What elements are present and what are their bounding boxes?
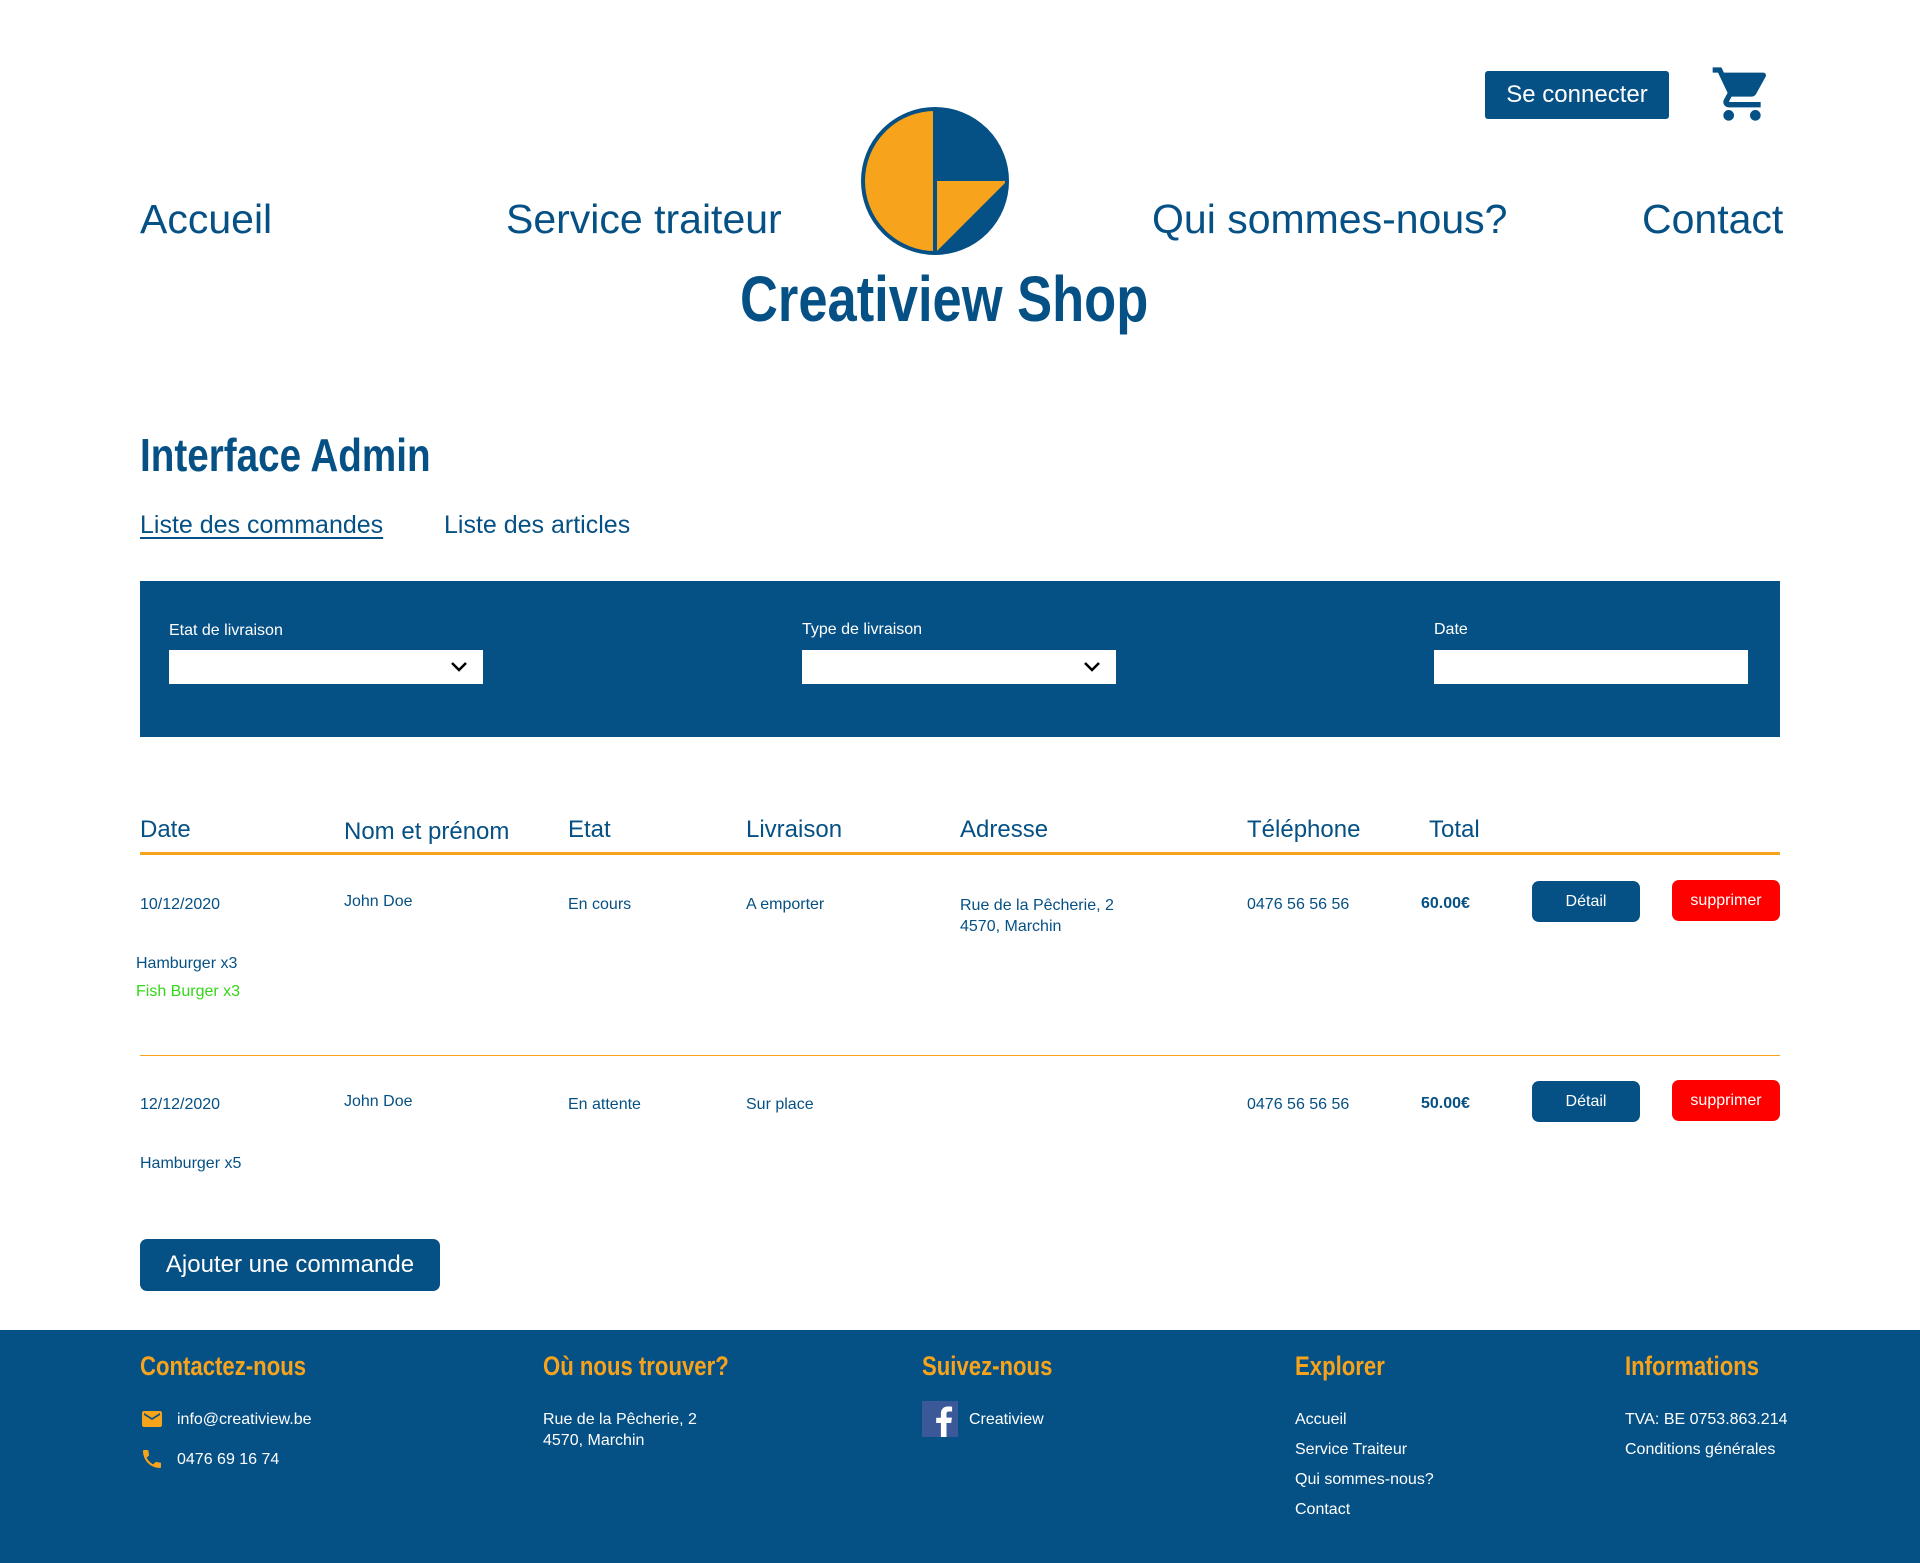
footer-explore-title: Explorer: [1295, 1351, 1385, 1381]
column-header-state: Etat: [568, 816, 611, 843]
footer-facebook-link[interactable]: Creatiview: [969, 1409, 1044, 1430]
order-total: 60.00€: [1421, 895, 1470, 912]
column-header-date: Date: [140, 816, 191, 843]
delivery-type-label: Type de livraison: [802, 621, 923, 638]
footer-location-title: Où nous trouver?: [543, 1351, 729, 1381]
order-item: Hamburger x5: [140, 1155, 242, 1172]
footer-link-contact[interactable]: Contact: [1295, 1499, 1350, 1520]
order-state: En cours: [568, 896, 632, 913]
detail-button[interactable]: Détail: [1532, 881, 1640, 922]
nav-about[interactable]: Qui sommes-nous?: [1152, 196, 1507, 243]
address-line2: 4570, Marchin: [960, 918, 1062, 935]
column-header-total: Total: [1429, 816, 1480, 843]
chevron-down-icon: [1084, 662, 1100, 672]
phone: 0476 56 56 56: [1247, 1096, 1350, 1113]
tab-orders[interactable]: Liste des commandes: [140, 511, 383, 540]
row-divider: [140, 1055, 1780, 1056]
column-header-address: Adresse: [960, 816, 1049, 843]
date-input[interactable]: [1434, 650, 1748, 684]
chevron-down-icon: [451, 662, 467, 672]
footer-info-title: Informations: [1625, 1351, 1760, 1381]
delivery-type: A emporter: [746, 896, 825, 913]
page-title: Interface Admin: [140, 429, 431, 481]
tab-articles[interactable]: Liste des articles: [444, 511, 630, 540]
brand-title: Creatiview Shop: [740, 263, 1149, 335]
footer-address-line2: 4570, Marchin: [543, 1432, 645, 1449]
mail-icon: [142, 1411, 162, 1427]
delivery-state-select[interactable]: [169, 650, 483, 684]
footer-link-about[interactable]: Qui sommes-nous?: [1295, 1469, 1434, 1490]
table-header-divider: [140, 852, 1780, 855]
column-header-delivery: Livraison: [746, 816, 843, 843]
nav-contact[interactable]: Contact: [1642, 196, 1783, 243]
footer-link-home[interactable]: Accueil: [1295, 1409, 1347, 1430]
order-total: 50.00€: [1421, 1095, 1470, 1112]
address-line1: Rue de la Pêcherie, 2: [960, 897, 1114, 914]
phone: 0476 56 56 56: [1247, 896, 1350, 913]
delete-button[interactable]: supprimer: [1672, 1080, 1780, 1121]
footer-link-catering[interactable]: Service Traiteur: [1295, 1439, 1407, 1460]
logo-icon[interactable]: [860, 106, 1010, 256]
order-item: Fish Burger x3: [136, 983, 241, 1000]
column-header-name: Nom et prénom: [344, 818, 510, 845]
delivery-type: Sur place: [746, 1096, 814, 1113]
delivery-state-label: Etat de livraison: [169, 622, 283, 639]
delivery-type-select[interactable]: [802, 650, 1116, 684]
footer-address-line1: Rue de la Pêcherie, 2: [543, 1411, 697, 1428]
add-order-button[interactable]: Ajouter une commande: [140, 1239, 440, 1291]
phone-icon: [143, 1450, 161, 1468]
order-state: En attente: [568, 1096, 641, 1113]
footer-terms-link[interactable]: Conditions générales: [1625, 1439, 1775, 1460]
date-label: Date: [1434, 621, 1468, 638]
column-header-phone: Téléphone: [1247, 816, 1361, 843]
cart-icon[interactable]: [1710, 62, 1774, 126]
delete-button[interactable]: supprimer: [1672, 880, 1780, 921]
nav-home[interactable]: Accueil: [140, 196, 272, 243]
facebook-icon[interactable]: [922, 1401, 958, 1437]
footer-vat: TVA: BE 0753.863.214: [1625, 1411, 1788, 1428]
order-date: 12/12/2020: [140, 1096, 221, 1113]
customer-name: John Doe: [344, 1093, 413, 1110]
footer-email[interactable]: info@creatiview.be: [177, 1409, 312, 1430]
customer-name: John Doe: [344, 893, 413, 910]
order-date: 10/12/2020: [140, 896, 221, 913]
footer-social-title: Suivez-nous: [922, 1351, 1053, 1381]
nav-catering[interactable]: Service traiteur: [506, 196, 782, 243]
detail-button[interactable]: Détail: [1532, 1081, 1640, 1122]
footer-contact-title: Contactez-nous: [140, 1351, 307, 1381]
footer-phone: 0476 69 16 74: [177, 1451, 280, 1468]
order-item: Hamburger x3: [136, 955, 238, 972]
login-button[interactable]: Se connecter: [1485, 71, 1669, 119]
